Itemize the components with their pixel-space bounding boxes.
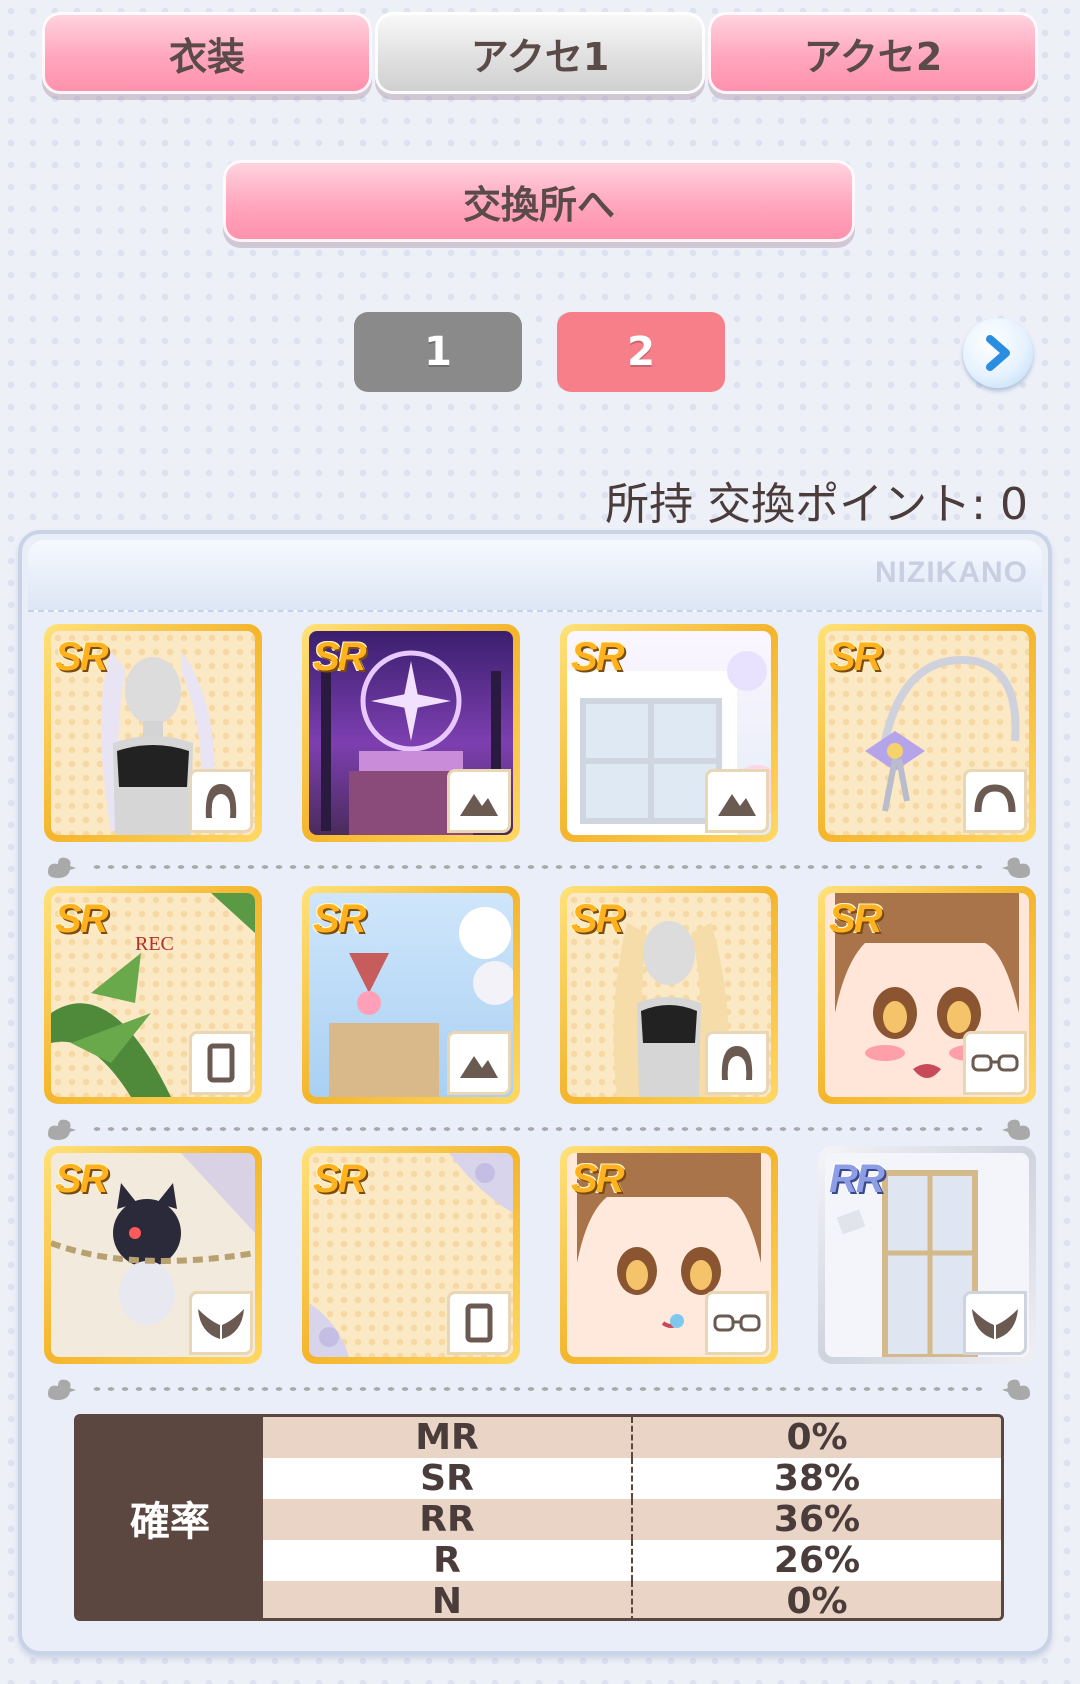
duck-icon xyxy=(1002,1379,1030,1400)
rarity-badge: SR xyxy=(829,897,883,941)
rarity-badge: SR xyxy=(571,897,625,941)
item-panel: NIZIKANO SR SR SR SR SR REC SR SR SR SR … xyxy=(18,530,1052,1655)
item-card[interactable]: SR xyxy=(302,886,520,1104)
page-button-1[interactable]: 1 xyxy=(354,312,522,392)
rarity-rank: MR xyxy=(263,1417,633,1458)
rarity-badge: SR xyxy=(571,1157,625,1201)
exchange-points-value: 0 xyxy=(1000,479,1028,530)
tab-costume-label: 衣装 xyxy=(168,34,245,79)
exchange-shop-button[interactable]: 交換所へ xyxy=(223,160,855,242)
row-divider xyxy=(44,1374,1034,1404)
item-card[interactable]: RR xyxy=(818,1146,1036,1364)
probability-row: RR 36% xyxy=(263,1499,1001,1540)
page-number: 2 xyxy=(627,329,655,375)
rarity-rate: 38% xyxy=(773,1458,861,1499)
exchange-points-label: 所持 交換ポイント xyxy=(605,479,972,530)
panel-watermark: NIZIKANO xyxy=(875,556,1028,589)
probability-row: MR 0% xyxy=(263,1417,1001,1458)
next-page-button[interactable] xyxy=(963,318,1033,388)
panel-header: NIZIKANO xyxy=(28,540,1042,612)
item-card[interactable]: SR xyxy=(560,624,778,842)
frame-icon xyxy=(447,1291,511,1355)
wings-icon xyxy=(189,1291,253,1355)
rarity-badge: SR xyxy=(55,635,109,679)
rec-caption: REC xyxy=(135,933,174,955)
tab-accessory-1[interactable]: アクセ1 xyxy=(375,12,705,94)
tab-accessory-2-label: アクセ2 xyxy=(803,34,943,79)
tab-accessory-1-label: アクセ1 xyxy=(470,34,610,79)
glasses-icon xyxy=(963,1031,1027,1095)
hair-icon xyxy=(189,769,253,833)
rarity-rank: N xyxy=(263,1581,633,1618)
rarity-badge: SR xyxy=(571,635,625,679)
duck-icon xyxy=(48,1119,76,1140)
chevron-right-icon xyxy=(986,335,1010,371)
row-divider xyxy=(44,852,1034,882)
exchange-points: 所持 交換ポイント: 0 xyxy=(605,468,1028,532)
item-card[interactable]: SR xyxy=(302,624,520,842)
rarity-badge: SR xyxy=(313,897,367,941)
duck-icon xyxy=(1002,1119,1030,1140)
background-icon xyxy=(447,1031,511,1095)
row-divider xyxy=(44,1114,1034,1144)
frame-icon xyxy=(189,1031,253,1095)
hair-icon xyxy=(705,1031,769,1095)
rarity-badge: SR xyxy=(55,897,109,941)
background-icon xyxy=(447,769,511,833)
rarity-badge: SR xyxy=(313,635,367,679)
item-card[interactable]: SR xyxy=(302,1146,520,1364)
probability-row: R 26% xyxy=(263,1540,1001,1581)
rarity-badge: SR xyxy=(313,1157,367,1201)
exchange-points-separator: : xyxy=(971,479,986,530)
tab-accessory-2[interactable]: アクセ2 xyxy=(708,12,1038,94)
probability-rows: MR 0% SR 38% RR 36% R 26% N 0% xyxy=(263,1417,1001,1618)
page-button-2[interactable]: 2 xyxy=(557,312,725,392)
page-number: 1 xyxy=(424,329,452,375)
rarity-badge: SR xyxy=(55,1157,109,1201)
probability-row: N 0% xyxy=(263,1581,1001,1621)
duck-icon xyxy=(48,1379,76,1400)
item-card[interactable]: SR xyxy=(560,886,778,1104)
rarity-rank: RR xyxy=(263,1499,633,1540)
headband-icon xyxy=(963,769,1027,833)
rarity-rate: 0% xyxy=(786,1581,848,1621)
item-card[interactable]: SR xyxy=(818,624,1036,842)
glasses-icon xyxy=(705,1291,769,1355)
rarity-rank: R xyxy=(263,1540,633,1581)
tab-costume[interactable]: 衣装 xyxy=(42,12,372,94)
probability-table: 確率 MR 0% SR 38% RR 36% R 26% N 0% xyxy=(74,1414,1004,1621)
background-icon xyxy=(705,769,769,833)
duck-icon xyxy=(1002,857,1030,878)
item-card[interactable]: SR xyxy=(818,886,1036,1104)
rarity-badge: SR xyxy=(829,635,883,679)
probability-header: 確率 xyxy=(77,1417,263,1618)
item-card[interactable]: SR xyxy=(560,1146,778,1364)
item-card[interactable]: SR xyxy=(44,1146,262,1364)
rarity-rate: 26% xyxy=(773,1540,861,1581)
wings-icon xyxy=(963,1291,1027,1355)
item-card[interactable]: SR xyxy=(44,624,262,842)
exchange-shop-label: 交換所へ xyxy=(462,182,615,227)
rarity-rank: SR xyxy=(263,1458,633,1499)
rarity-rate: 0% xyxy=(786,1417,848,1458)
rarity-badge: RR xyxy=(829,1157,885,1201)
duck-icon xyxy=(48,857,76,878)
rarity-rate: 36% xyxy=(773,1499,861,1540)
item-card[interactable]: SR REC xyxy=(44,886,262,1104)
probability-row: SR 38% xyxy=(263,1458,1001,1499)
